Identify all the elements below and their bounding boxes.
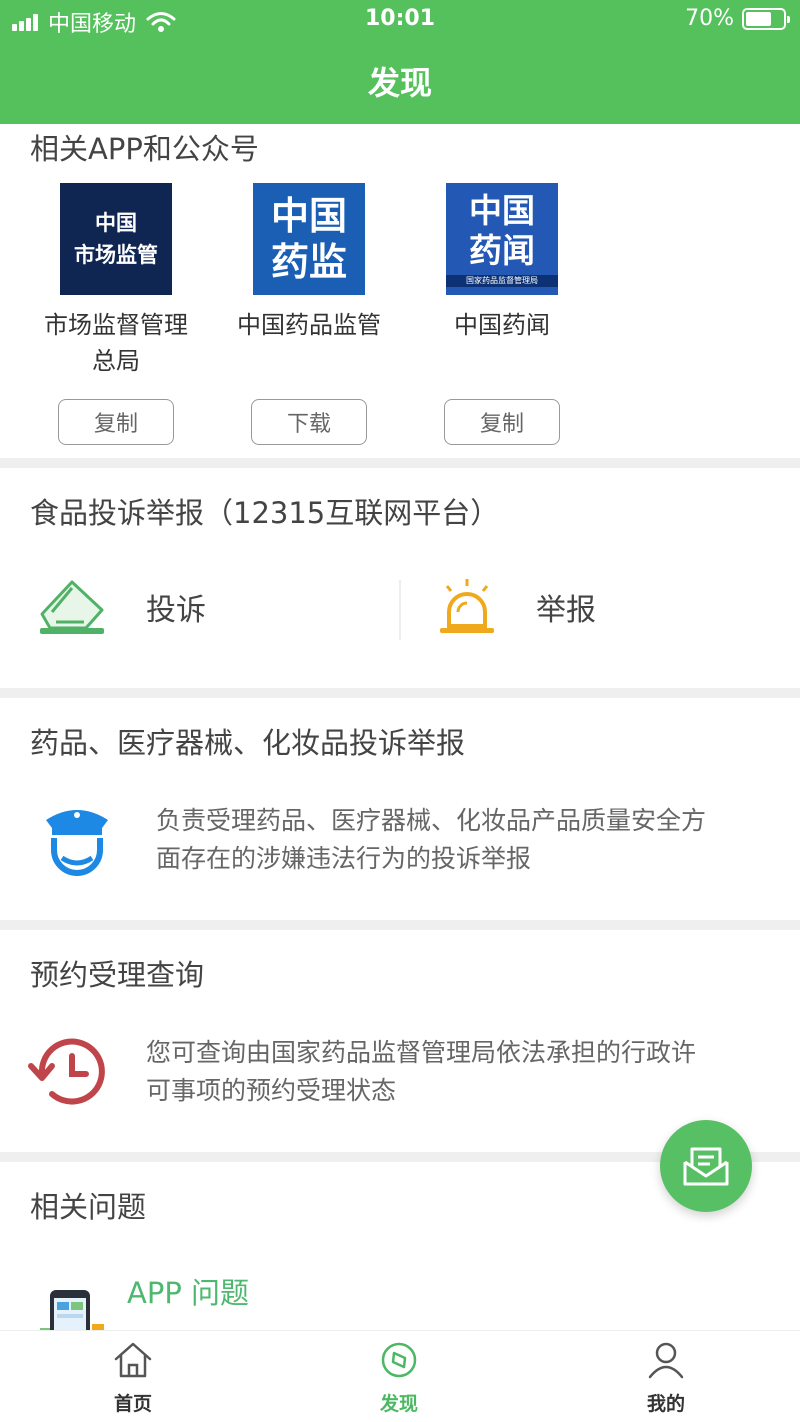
history-clock-icon (28, 1038, 105, 1105)
appointment-section[interactable]: 预约受理查询 您可查询由国家药品监督管理局依法承担的行政许 可事项的预约受理状态 (0, 930, 800, 1152)
report-button[interactable]: 举报 (436, 576, 596, 638)
compass-icon (381, 1342, 417, 1378)
appointment-section-title: 预约受理查询 (30, 958, 205, 992)
section-divider (0, 920, 800, 930)
copy-button[interactable]: 复制 (444, 399, 560, 445)
app-header: 中国移动 10:01 70% 发现 (0, 0, 800, 124)
complaint-label: 投诉 (146, 593, 206, 628)
bottom-tab-bar: 首页 发现 我的 (0, 1330, 800, 1422)
status-bar: 中国移动 10:01 70% (0, 0, 800, 40)
page-title: 发现 (367, 64, 432, 102)
report-label: 举报 (536, 593, 596, 628)
home-icon (114, 1342, 152, 1378)
police-icon (46, 810, 108, 876)
action-divider (399, 580, 401, 640)
copy-button[interactable]: 复制 (58, 399, 174, 445)
drug-regulation-logo[interactable]: 中国 药监 (253, 183, 365, 295)
download-button[interactable]: 下载 (251, 399, 367, 445)
user-icon (648, 1342, 684, 1379)
tab-home[interactable]: 首页 (73, 1341, 193, 1416)
app-item-drug-regulation: 中国 药监 中国药品监管 下载 (224, 183, 394, 445)
apps-section-title: 相关APP和公众号 (30, 132, 259, 166)
apps-section: 相关APP和公众号 中国 市场监管 市场监督管理 总局 复制 中国 药监 中国药… (0, 124, 800, 458)
market-supervision-logo[interactable]: 中国 市场监管 (60, 183, 172, 295)
issues-section-title: 相关问题 (30, 1190, 147, 1224)
food-complaint-section: 食品投诉举报（12315互联网平台） 投诉 举报 (0, 468, 800, 688)
tab-mine[interactable]: 我的 (606, 1341, 726, 1416)
tab-discover[interactable]: 发现 (339, 1341, 459, 1416)
complaint-icon (40, 580, 104, 634)
section-divider (0, 458, 800, 468)
battery-icon (742, 7, 790, 30)
food-section-title: 食品投诉举报（12315互联网平台） (30, 496, 500, 530)
complaint-button[interactable]: 投诉 (36, 578, 206, 636)
alarm-icon (440, 579, 494, 633)
app-name: 中国药闻 (454, 311, 550, 339)
message-fab-button[interactable] (660, 1120, 752, 1212)
section-divider (0, 688, 800, 698)
drug-complaint-section[interactable]: 药品、医疗器械、化妆品投诉举报 负责受理药品、医疗器械、化妆品产品质量安全方 面… (0, 698, 800, 920)
appointment-section-description: 您可查询由国家药品监督管理局依法承担的行政许 可事项的预约受理状态 (146, 1038, 697, 1105)
status-time: 10:01 (364, 6, 436, 31)
app-name: 中国药品监管 (237, 311, 381, 339)
battery-percent: 70% (685, 6, 734, 31)
app-item-drug-news: 中国 药闻 国家药品监督管理局 中国药闻 复制 (417, 183, 587, 445)
drug-news-logo[interactable]: 中国 药闻 国家药品监督管理局 (446, 183, 558, 295)
app-name: 市场监督管理 总局 (44, 311, 188, 375)
drug-section-title: 药品、医疗器械、化妆品投诉举报 (30, 726, 466, 760)
app-item-market-supervision: 中国 市场监管 市场监督管理 总局 复制 (31, 183, 201, 445)
drug-section-description: 负责受理药品、医疗器械、化妆品产品质量安全方 面存在的涉嫌违法行为的投诉举报 (156, 806, 707, 873)
mail-icon (683, 1147, 729, 1186)
phone-icon (40, 1290, 104, 1330)
app-issue-link[interactable]: APP 问题 (127, 1270, 249, 1312)
